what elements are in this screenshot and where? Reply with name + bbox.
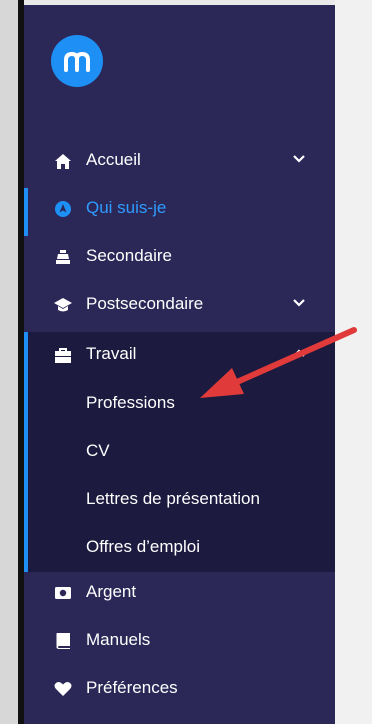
book-icon [53,631,73,651]
sidebar-item-label: Travail [86,344,137,363]
sidebar-item-manuels[interactable]: Manuels [24,618,335,666]
sidebar-item-label: Postsecondaire [86,294,204,313]
graduation-cap-icon [53,295,73,315]
submenu-item-label: Offres d’emploi [86,537,201,556]
briefcase-icon [53,345,73,365]
sidebar-item-preferences[interactable]: Préférences [24,666,335,714]
submenu-item-professions[interactable]: Professions [24,380,335,428]
sidebar-item-qui-suis-je[interactable]: Qui suis-je [24,186,335,234]
chevron-down-icon[interactable] [292,152,306,166]
sidebar-item-label: Manuels [86,630,151,649]
sidebar-item-secondaire[interactable]: Secondaire [24,234,335,282]
sidebar-item-travail[interactable]: Travail [24,332,335,380]
sidebar-item-label: Préférences [86,678,178,697]
page-background [335,0,372,724]
compass-icon [53,199,73,219]
page-edge [0,0,18,724]
sidebar-item-accueil[interactable]: Accueil [24,138,335,186]
chevron-down-icon[interactable] [292,296,306,310]
sidebar-item-postsecondaire[interactable]: Postsecondaire [24,282,335,330]
section-indicator [24,332,28,572]
submenu-item-offres[interactable]: Offres d’emploi [24,524,335,572]
chevron-up-icon[interactable] [292,346,306,360]
heart-icon [53,679,73,699]
submenu-item-cv[interactable]: CV [24,428,335,476]
submenu-item-label: Professions [86,393,175,412]
submenu-item-lettres[interactable]: Lettres de présentation [24,476,335,524]
submenu-item-label: CV [86,441,110,460]
logo-icon [64,51,90,72]
school-icon [53,247,73,267]
sidebar: Accueil Qui suis-je Secondaire Postsecon… [24,5,335,724]
sidebar-item-label: Accueil [86,150,141,169]
home-icon [53,151,73,171]
sidebar-item-label: Secondaire [86,246,173,265]
money-icon [53,583,73,603]
sidebar-item-label: Argent [86,582,137,601]
submenu-item-label: Lettres de présentation [86,489,260,508]
sidebar-item-argent[interactable]: Argent [24,570,335,618]
travail-section: Travail Professions CV Lettres de présen… [24,332,335,572]
sidebar-item-label: Qui suis-je [86,198,167,217]
app-logo[interactable] [51,35,103,87]
